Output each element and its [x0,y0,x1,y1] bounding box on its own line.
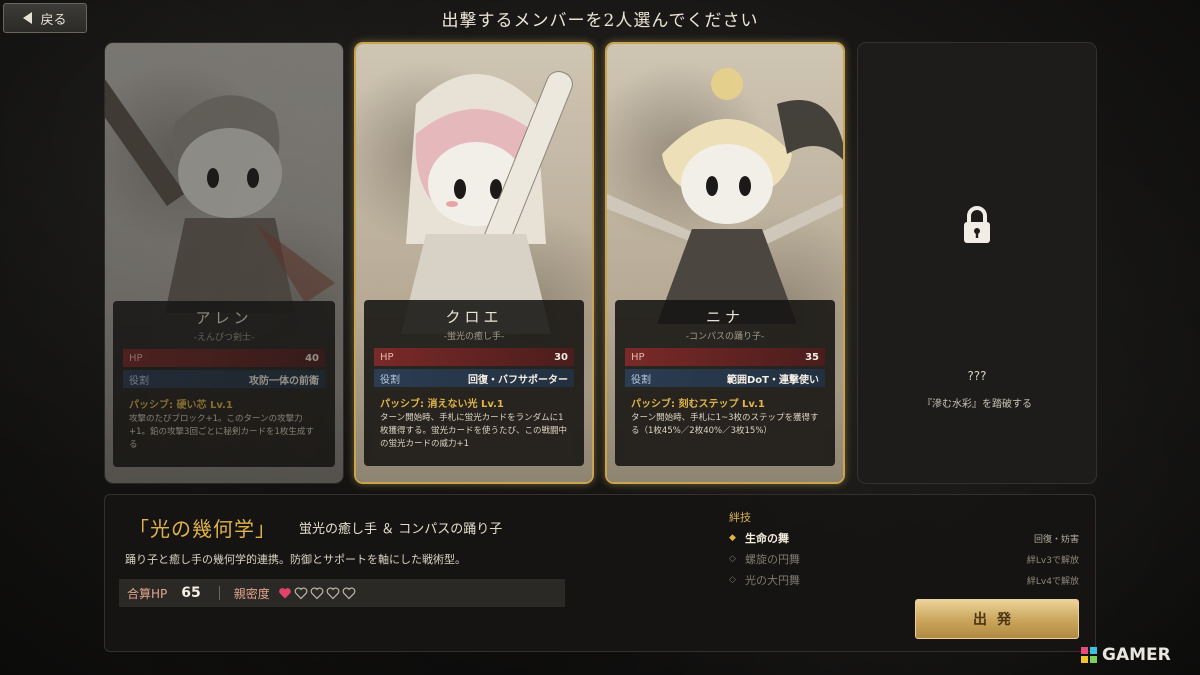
combo-description: 踊り子と癒し手の幾何学的連携。防御とサポートを軸にした戦術型。 [125,553,466,566]
unlock-condition: 『滲む水彩』を踏破する [922,399,1032,410]
role-label: 役割 [631,374,651,386]
locked-character-name: ??? [967,369,987,383]
nina-portrait [607,68,843,324]
role-row: 役割 攻防一体の前衛 [123,370,325,388]
hp-row: HP 30 [374,348,574,366]
character-card-allen[interactable]: アレン -えんぴつ剣士- HP 40 役割 攻防一体の前衛 パッシブ: 硬い芯 … [104,42,344,484]
character-name: ニナ [705,308,744,326]
allen-portrait [105,78,335,313]
bond-skill-note: 絆Lv3で解放 [1026,555,1079,566]
bond-skill-item[interactable]: ◆ 生命の舞 回復・妨害 [729,530,1079,546]
role-row: 役割 回復・バフサポーター [374,369,574,387]
role-label: 役割 [380,374,400,386]
combo-stats-bar: 合算HP 65 親密度 [119,579,565,607]
hp-label: HP [380,351,394,363]
role-label: 役割 [129,375,149,387]
bond-skill-name: 光の大円舞 [745,574,800,587]
lock-icon [964,206,990,243]
passive-name: パッシブ: 刻むステップ Lv.1 [631,399,765,410]
total-hp-value: 65 [181,585,201,601]
diamond-filled-icon: ◆ [729,533,736,543]
character-card-nina[interactable]: ニナ -コンパスの踊り子- HP 35 役割 範囲DoT・連撃使い パッシブ: … [605,42,845,484]
character-name: クロエ [445,308,503,326]
character-name: アレン [195,309,253,327]
affinity-hearts [278,586,356,600]
heart-empty-icon [294,587,308,600]
hp-row: HP 40 [123,349,325,367]
watermark-text: GAMER [1102,645,1171,665]
role-value: 回復・バフサポーター [468,374,568,386]
heart-empty-icon [326,587,340,600]
hp-row: HP 35 [625,348,825,366]
bond-skill-note: 絆Lv4で解放 [1026,576,1079,587]
passive-desc: ターン開始時、手札に蛍光カードをランダムに1枚獲得する。蛍光カードを使うたび、こ… [380,413,568,449]
hp-label: HP [631,351,645,363]
gamer-logo-icon [1081,647,1097,663]
depart-button[interactable]: 出発 [915,599,1079,639]
hp-value: 30 [554,351,568,363]
bond-skill-item[interactable]: ◇ 螺旋の円舞 絆Lv3で解放 [729,551,1079,567]
passive-box: パッシブ: 消えない光 Lv.1 ターン開始時、手札に蛍光カードをランダムに1枚… [374,391,574,461]
heart-filled-icon [278,588,291,599]
character-title: -えんぴつ剣士- [193,333,255,343]
character-info-panel: ニナ -コンパスの踊り子- HP 35 役割 範囲DoT・連撃使い パッシブ: … [615,300,835,466]
role-row: 役割 範囲DoT・連撃使い [625,369,825,387]
diamond-outline-icon: ◇ [729,554,736,564]
combo-name: 「光の幾何学」 [129,517,276,541]
passive-box: パッシブ: 硬い芯 Lv.1 攻撃のたびブロック+1。このターンの攻撃力+1。鉛… [123,392,325,462]
character-card-locked[interactable]: ??? 『滲む水彩』を踏破する [857,42,1097,484]
chloe-portrait [401,70,573,334]
diamond-outline-icon: ◇ [729,575,736,585]
combo-panel: 「光の幾何学」 蛍光の癒し手 ＆ コンパスの踊り子 踊り子と癒し手の幾何学的連携… [104,494,1096,652]
bond-skill-item[interactable]: ◇ 光の大円舞 絆Lv4で解放 [729,572,1079,588]
character-card-chloe[interactable]: クロエ -蛍光の癒し手- HP 30 役割 回復・バフサポーター パッシブ: 消… [354,42,594,484]
role-value: 攻防一体の前衛 [249,375,319,387]
total-hp-label: 合算HP [127,586,168,601]
affinity-label: 親密度 [233,586,270,601]
bond-skills-label: 絆技 [729,511,751,524]
page-title: 出撃するメンバーを2人選んでください [441,11,759,31]
character-title: -蛍光の癒し手- [443,332,505,342]
hp-label: HP [129,352,143,364]
passive-name: パッシブ: 消えない光 Lv.1 [380,399,504,410]
gamer-watermark: GAMER [1080,645,1171,665]
hp-value: 40 [305,352,319,364]
divider [218,586,220,600]
bond-skill-name: 生命の舞 [745,532,789,545]
character-info-panel: アレン -えんぴつ剣士- HP 40 役割 攻防一体の前衛 パッシブ: 硬い芯 … [113,301,335,467]
passive-name: パッシブ: 硬い芯 Lv.1 [129,400,233,411]
passive-desc: ターン開始時、手札に1~3枚のステップを獲得する（1枚45%／2枚40%／3枚1… [631,413,819,436]
bond-skill-note: 回復・妨害 [1033,534,1079,545]
heart-empty-icon [310,587,324,600]
bond-skill-name: 螺旋の円舞 [745,553,800,566]
passive-desc: 攻撃のたびブロック+1。このターンの攻撃力+1。鉛の攻撃3回ごとに秘剣カードを1… [129,414,314,450]
passive-box: パッシブ: 刻むステップ Lv.1 ターン開始時、手札に1~3枚のステップを獲得… [625,391,825,461]
combo-members: 蛍光の癒し手 ＆ コンパスの踊り子 [299,522,503,537]
role-value: 範囲DoT・連撃使い [727,374,819,386]
heart-empty-icon [342,587,356,600]
character-info-panel: クロエ -蛍光の癒し手- HP 30 役割 回復・バフサポーター パッシブ: 消… [364,300,584,466]
hp-value: 35 [805,351,819,363]
character-title: -コンパスの踊り子- [685,332,765,342]
